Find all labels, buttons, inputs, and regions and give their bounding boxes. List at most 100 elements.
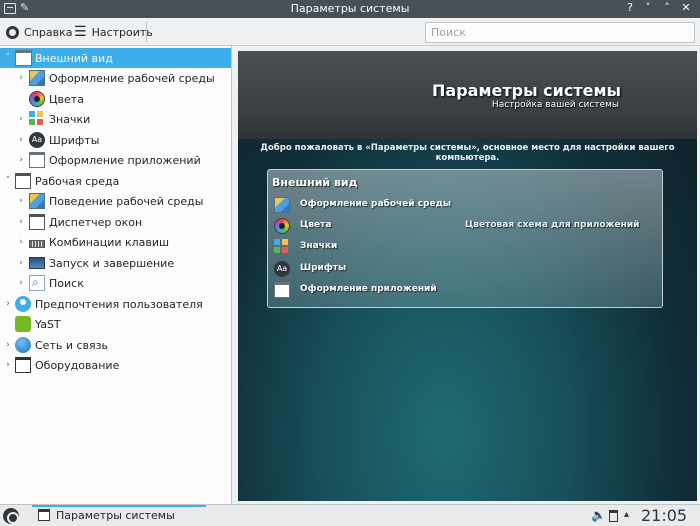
window-manager-icon: [29, 214, 45, 230]
tree-item-workspace-theme[interactable]: › Оформление рабочей среды: [0, 68, 231, 88]
help-button[interactable]: Справка: [6, 22, 72, 42]
tree-item-label: YaST: [35, 317, 61, 331]
expand-icon[interactable]: ›: [16, 114, 26, 124]
window-icon: [15, 50, 32, 66]
tree-item-label: Диспетчер окон: [49, 215, 143, 229]
tree-item-label: Оформление рабочей среды: [49, 71, 215, 85]
yast-icon: [15, 316, 31, 332]
fonts-icon: Aa: [29, 132, 45, 148]
expand-icon[interactable]: ›: [16, 278, 26, 288]
icons-icon: [29, 111, 45, 127]
tree-item-icons[interactable]: › Значки: [0, 109, 231, 129]
tree-item-label: Шрифты: [49, 133, 100, 147]
app-style-icon: [274, 282, 290, 298]
colors-icon: [274, 218, 290, 234]
taskbar: Параметры системы 🔈 ▴ 21:05: [0, 504, 700, 526]
tree-item-label: Значки: [49, 112, 91, 126]
configure-button[interactable]: ☰ Настроить: [74, 22, 153, 42]
tree-item-window-manager[interactable]: › Диспетчер окон: [0, 212, 231, 232]
panel-item-fonts[interactable]: Aa Шрифты: [274, 260, 654, 278]
help-icon[interactable]: ?: [623, 1, 637, 17]
configure-button-label: Настроить: [91, 25, 153, 39]
expand-icon[interactable]: ›: [16, 196, 26, 206]
fonts-icon: Aa: [274, 261, 290, 277]
hamburger-icon: ☰: [74, 24, 87, 40]
collapse-icon[interactable]: ˅: [3, 176, 13, 186]
welcome-header: Параметры системы Настройка вашей систем…: [238, 51, 697, 139]
maximize-icon[interactable]: ˄: [660, 1, 674, 17]
workspace-theme-icon: [29, 70, 45, 86]
startup-icon: [29, 257, 45, 269]
panel-item-label: Оформление приложений: [300, 284, 437, 294]
tree-item-label: Оборудование: [35, 358, 120, 372]
expand-icon[interactable]: ›: [16, 135, 26, 145]
minimize-icon[interactable]: ˅: [641, 1, 655, 17]
title-bar[interactable]: ✎ Параметры системы ? ˅ ˄ ✕: [0, 0, 700, 18]
category-tree[interactable]: ˅ Внешний вид › Оформление рабочей среды…: [0, 46, 232, 504]
expand-icon[interactable]: ›: [16, 237, 26, 247]
expand-icon[interactable]: ›: [3, 340, 13, 350]
help-lifebuoy-icon: [6, 25, 19, 39]
clipboard-icon[interactable]: [609, 510, 618, 522]
panel-item-label: Значки: [300, 241, 338, 251]
expand-icon[interactable]: ›: [16, 73, 26, 83]
panel-item-label: Цвета: [300, 220, 332, 230]
welcome-text: Добро пожаловать в «Параметры системы», …: [260, 143, 675, 163]
close-icon[interactable]: ✕: [679, 1, 693, 17]
tree-item-label: Запуск и завершение: [49, 256, 175, 270]
tree-item-label: Поведение рабочей среды: [49, 194, 204, 208]
panel-item-app-style[interactable]: Оформление приложений: [274, 281, 654, 299]
volume-icon[interactable]: 🔈: [591, 508, 606, 522]
taskbar-task-label: Параметры системы: [56, 509, 175, 522]
tree-item-hardware[interactable]: › Оборудование: [0, 355, 231, 375]
keyboard-icon: [29, 240, 45, 248]
tree-item-app-style[interactable]: › Оформление приложений: [0, 150, 231, 170]
expand-icon[interactable]: ›: [16, 258, 26, 268]
tree-item-label: Цвета: [49, 92, 84, 106]
panel-item-icons[interactable]: Значки: [274, 238, 654, 256]
search-input[interactable]: Поиск: [425, 22, 695, 43]
tree-item-yast[interactable]: YaST: [0, 314, 231, 334]
hardware-icon: [15, 357, 31, 373]
icons-icon: [274, 239, 290, 255]
search-icon: [29, 275, 45, 291]
panel-item-colors[interactable]: Цвета Цветовая схема для приложений: [274, 217, 654, 235]
welcome-page: Параметры системы Настройка вашей систем…: [238, 51, 697, 501]
colors-icon: [29, 91, 45, 107]
app-style-icon: [29, 152, 45, 168]
tree-item-shortcuts[interactable]: › Комбинации клавиш: [0, 232, 231, 252]
tree-item-label: Комбинации клавиш: [49, 235, 170, 249]
tree-item-fonts[interactable]: › Aa Шрифты: [0, 130, 231, 150]
tree-item-label: Предпочтения пользователя: [35, 297, 203, 311]
tree-item-search[interactable]: › Поиск: [0, 273, 231, 293]
window-icon: [38, 509, 50, 521]
tree-item-label: Внешний вид: [35, 51, 113, 65]
app-launcher-icon[interactable]: [3, 508, 19, 524]
tray-expand-icon[interactable]: ▴: [624, 509, 629, 520]
welcome-title: Параметры системы: [432, 81, 621, 100]
collapse-icon[interactable]: ˅: [3, 53, 13, 63]
panel-title: Внешний вид: [272, 176, 358, 189]
panel-item-label: Шрифты: [300, 263, 347, 273]
workspace-icon: [15, 173, 31, 189]
tree-item-label: Сеть и связь: [35, 338, 108, 352]
expand-icon[interactable]: ›: [16, 217, 26, 227]
expand-icon[interactable]: ›: [3, 299, 13, 309]
tree-item-colors[interactable]: Цвета: [0, 89, 231, 109]
tree-item-label: Поиск: [49, 276, 84, 290]
clock[interactable]: 21:05: [641, 506, 687, 525]
tree-item-workspace-behavior[interactable]: › Поведение рабочей среды: [0, 191, 231, 211]
expand-icon[interactable]: ›: [3, 360, 13, 370]
workspace-theme-icon: [274, 197, 290, 213]
window-title: Параметры системы: [290, 2, 410, 15]
taskbar-task[interactable]: Параметры системы: [32, 506, 206, 526]
tree-item-workspace[interactable]: ˅ Рабочая среда: [0, 171, 231, 191]
tree-item-network[interactable]: › Сеть и связь: [0, 335, 231, 355]
tree-item-appearance[interactable]: ˅ Внешний вид: [0, 48, 231, 68]
tree-item-user-prefs[interactable]: › Предпочтения пользователя: [0, 294, 231, 314]
user-icon: [15, 296, 31, 312]
tree-item-startup[interactable]: › Запуск и завершение: [0, 253, 231, 273]
panel-item-workspace-theme[interactable]: Оформление рабочей среды: [274, 196, 654, 214]
expand-icon[interactable]: ›: [16, 155, 26, 165]
panel-item-description: Цветовая схема для приложений: [465, 220, 640, 230]
